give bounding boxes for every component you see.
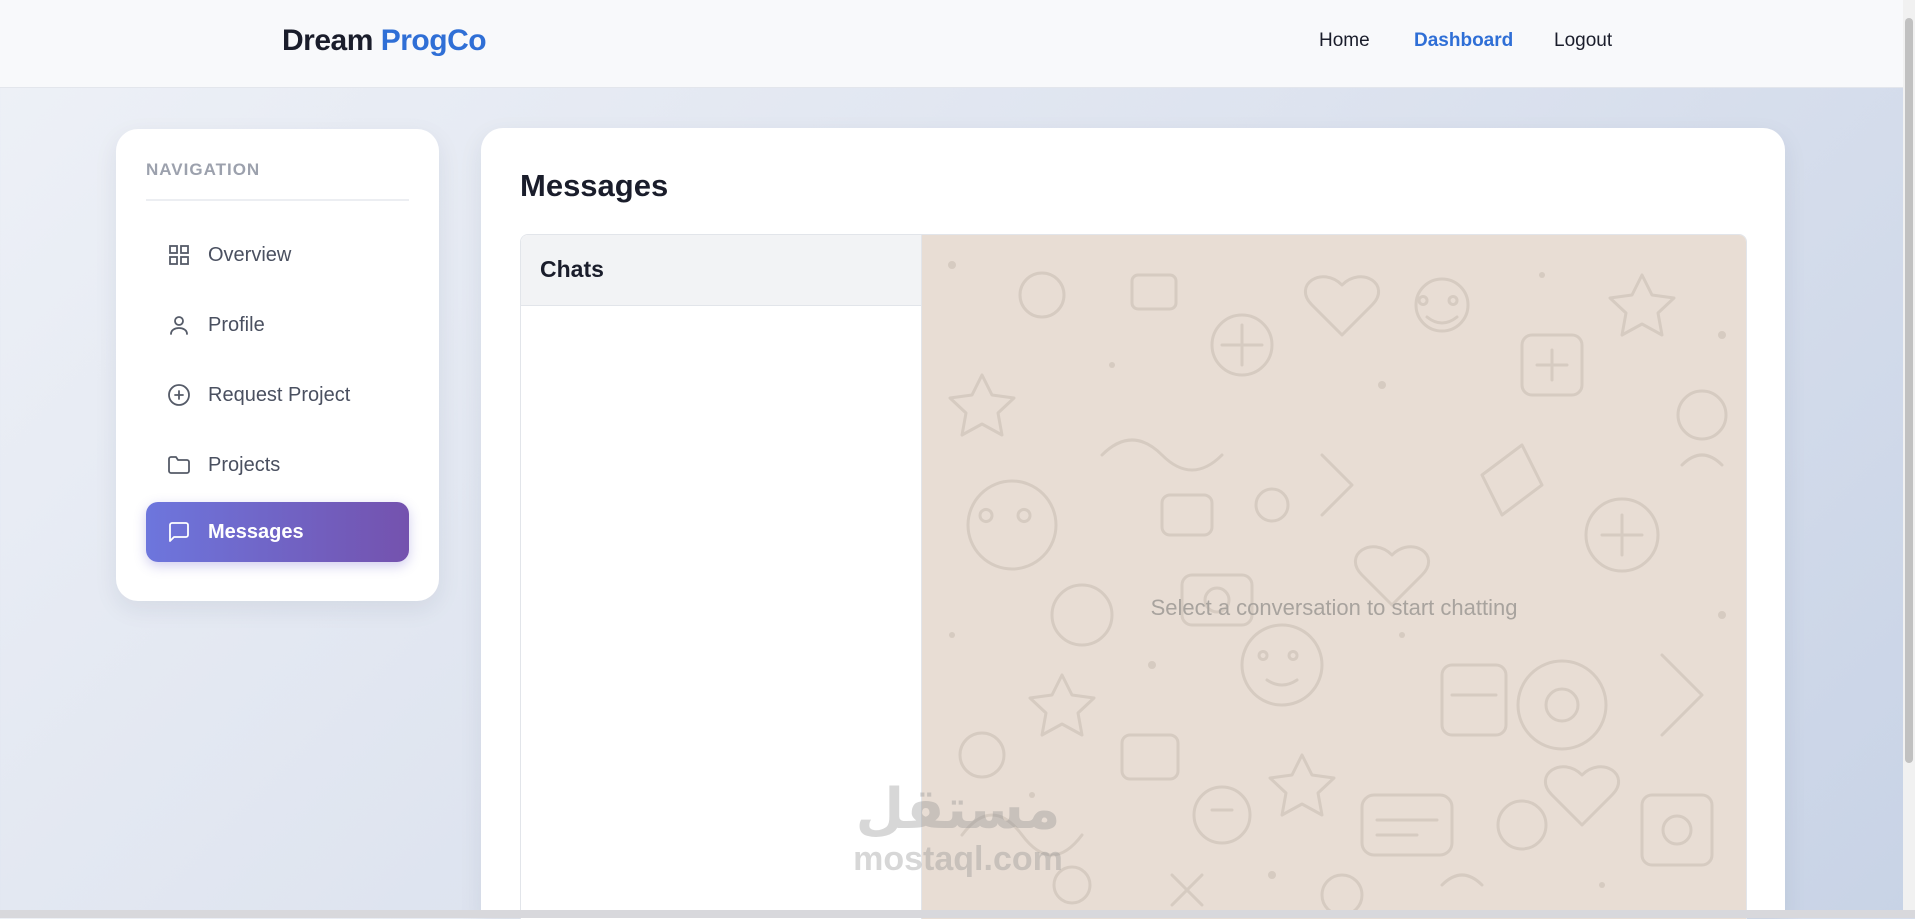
watermark-latin: mostaql.com: [853, 840, 1063, 878]
sidebar-item-label: Overview: [208, 243, 292, 266]
chat-list-title: Chats: [540, 256, 604, 282]
plus-circle-icon: [166, 382, 192, 408]
sidebar-item-profile[interactable]: Profile: [146, 295, 409, 355]
nav-link-home[interactable]: Home: [1319, 30, 1370, 52]
brand-name-part2: ProgCo: [380, 24, 487, 57]
chat-container: Chats Select a conversation to start cha…: [520, 234, 1747, 919]
scrollbar-thumb[interactable]: [1905, 18, 1913, 763]
grid-icon: [166, 242, 192, 268]
bottom-scrollbar[interactable]: [0, 910, 1915, 918]
sidebar-item-label: Projects: [208, 453, 281, 476]
sidebar-item-label: Request Project: [208, 383, 351, 406]
nav-link-dashboard[interactable]: Dashboard: [1414, 30, 1513, 52]
sidebar-item-request-project[interactable]: Request Project: [146, 365, 409, 425]
sidebar-item-label: Profile: [208, 313, 265, 336]
top-navbar: Dream ProgCo Home Dashboard Logout: [0, 0, 1903, 88]
sidebar-item-projects[interactable]: Projects: [146, 435, 409, 495]
sidebar-item-messages[interactable]: Messages: [146, 502, 409, 562]
chat-list-header: Chats: [521, 235, 921, 306]
page-scrollbar[interactable]: [1903, 0, 1915, 910]
folder-icon: [166, 452, 192, 478]
sidebar-item-label: Messages: [208, 520, 304, 543]
brand-name-part1: Dream: [282, 24, 373, 57]
mostaql-watermark: مستقل mostaql.com: [838, 778, 1078, 898]
empty-state-message: Select a conversation to start chatting: [1150, 595, 1518, 620]
main-panel: Messages Chats Select a conversation to …: [481, 128, 1785, 919]
sidebar-heading: NAVIGATION: [146, 160, 261, 179]
sidebar: NAVIGATION Overview Profile Request Proj…: [116, 129, 439, 601]
watermark-arabic: مستقل: [855, 777, 1061, 842]
message-square-icon: [166, 519, 192, 545]
nav-link-logout[interactable]: Logout: [1554, 30, 1612, 52]
sidebar-divider: [146, 199, 409, 201]
page-title: Messages: [520, 168, 669, 203]
user-icon: [166, 312, 192, 338]
brand-logo[interactable]: Dream ProgCo: [282, 24, 487, 58]
sidebar-item-overview[interactable]: Overview: [146, 225, 409, 285]
